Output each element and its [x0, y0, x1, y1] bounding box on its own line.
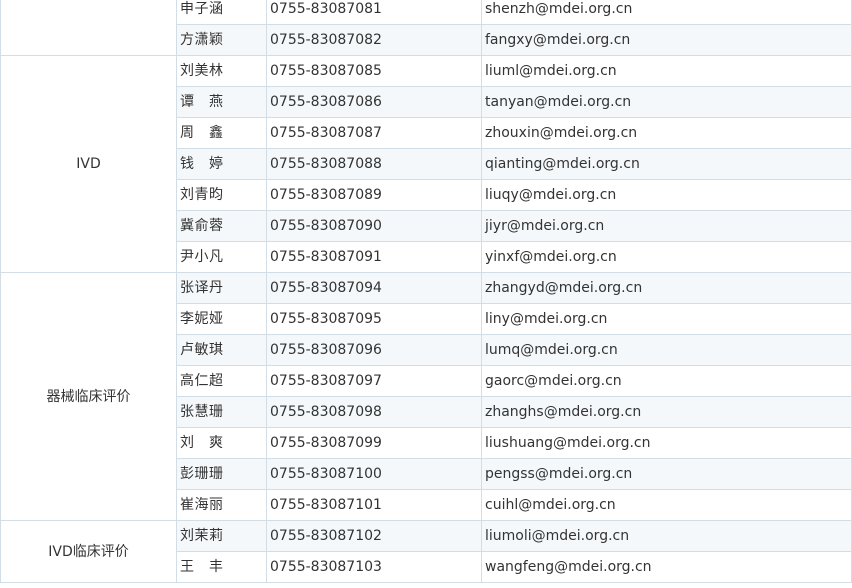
contact-name: 钱 婷: [176, 148, 267, 180]
contact-name: 李妮娅: [176, 303, 267, 335]
contact-name: 谭 燕: [176, 86, 267, 118]
contact-email: liuml@mdei.org.cn: [481, 55, 852, 87]
contact-email: liumoli@mdei.org.cn: [481, 520, 852, 552]
contact-phone: 0755-83087087: [266, 117, 482, 149]
contact-email: pengss@mdei.org.cn: [481, 458, 852, 490]
department-cell: IVD: [0, 55, 177, 273]
table-row: IVD 刘美林 0755-83087085 liuml@mdei.org.cn: [0, 55, 852, 273]
contact-name: 刘 爽: [176, 427, 267, 459]
contact-phone: 0755-83087098: [266, 396, 482, 428]
contact-phone: 0755-83087095: [266, 303, 482, 335]
contact-name: 冀俞蓉: [176, 210, 267, 242]
department-cell: [0, 0, 177, 56]
contact-email: tanyan@mdei.org.cn: [481, 86, 852, 118]
contact-name: 张译丹: [176, 272, 267, 304]
table-row: 申子涵 0755-83087081 shenzh@mdei.org.cn: [0, 0, 852, 56]
contact-email: liuqy@mdei.org.cn: [481, 179, 852, 211]
contact-phone: 0755-83087091: [266, 241, 482, 273]
contact-name: 崔海丽: [176, 489, 267, 521]
table-row: 器械临床评价 张译丹 0755-83087094 zhangyd@mdei.or…: [0, 272, 852, 521]
contact-email: fangxy@mdei.org.cn: [481, 24, 852, 56]
contact-email: zhangyd@mdei.org.cn: [481, 272, 852, 304]
contact-phone: 0755-83087097: [266, 365, 482, 397]
contact-email: jiyr@mdei.org.cn: [481, 210, 852, 242]
contact-name: 刘茉莉: [176, 520, 267, 552]
contact-phone: 0755-83087082: [266, 24, 482, 56]
contact-name: 周 鑫: [176, 117, 267, 149]
department-cell: 器械临床评价: [0, 272, 177, 521]
contact-email: wangfeng@mdei.org.cn: [481, 551, 852, 583]
contact-name: 尹小凡: [176, 241, 267, 273]
contact-email: liny@mdei.org.cn: [481, 303, 852, 335]
contact-phone: 0755-83087103: [266, 551, 482, 583]
contact-email: cuihl@mdei.org.cn: [481, 489, 852, 521]
contact-phone: 0755-83087099: [266, 427, 482, 459]
contact-phone: 0755-83087090: [266, 210, 482, 242]
contact-email: gaorc@mdei.org.cn: [481, 365, 852, 397]
contact-name: 王 丰: [176, 551, 267, 583]
contact-table-body: 申子涵 0755-83087081 shenzh@mdei.org.cn 方潇颖…: [0, 0, 852, 583]
contact-name: 高仁超: [176, 365, 267, 397]
contact-name: 方潇颖: [176, 24, 267, 56]
contact-phone: 0755-83087101: [266, 489, 482, 521]
contact-email: liushuang@mdei.org.cn: [481, 427, 852, 459]
contact-phone: 0755-83087081: [266, 0, 482, 25]
contact-phone: 0755-83087086: [266, 86, 482, 118]
contact-name: 刘青昀: [176, 179, 267, 211]
contact-phone: 0755-83087100: [266, 458, 482, 490]
contact-name: 卢敏琪: [176, 334, 267, 366]
contact-email: qianting@mdei.org.cn: [481, 148, 852, 180]
department-cell: IVD临床评价: [0, 520, 177, 583]
contact-name: 张慧珊: [176, 396, 267, 428]
contact-phone: 0755-83087085: [266, 55, 482, 87]
contact-phone: 0755-83087094: [266, 272, 482, 304]
contact-name: 彭珊珊: [176, 458, 267, 490]
contact-name: 刘美林: [176, 55, 267, 87]
contact-email: lumq@mdei.org.cn: [481, 334, 852, 366]
contact-name: 申子涵: [176, 0, 267, 25]
contact-table: 申子涵 0755-83087081 shenzh@mdei.org.cn 方潇颖…: [0, 0, 852, 583]
contact-email: yinxf@mdei.org.cn: [481, 241, 852, 273]
contact-phone: 0755-83087088: [266, 148, 482, 180]
contact-email: shenzh@mdei.org.cn: [481, 0, 852, 25]
contact-phone: 0755-83087102: [266, 520, 482, 552]
contact-email: zhanghs@mdei.org.cn: [481, 396, 852, 428]
table-row: IVD临床评价 刘茉莉 0755-83087102 liumoli@mdei.o…: [0, 520, 852, 583]
contact-phone: 0755-83087096: [266, 334, 482, 366]
contact-email: zhouxin@mdei.org.cn: [481, 117, 852, 149]
contact-phone: 0755-83087089: [266, 179, 482, 211]
